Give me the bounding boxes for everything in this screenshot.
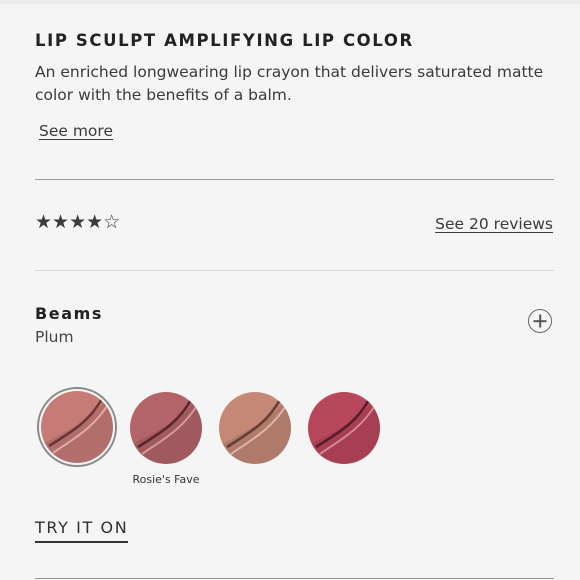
star-rating: ★★★★☆ [35, 211, 121, 233]
expand-plus-icon[interactable] [528, 309, 552, 333]
product-description: An enriched longwearing lip crayon that … [35, 63, 544, 104]
see-reviews-link[interactable]: See 20 reviews [435, 215, 553, 233]
shade-swatch-1[interactable] [41, 391, 113, 463]
top-border [0, 0, 580, 4]
swatch-texture-icon [308, 392, 380, 464]
divider [35, 179, 554, 180]
swatch-texture-icon [41, 391, 113, 463]
try-it-on-button[interactable]: TRY IT ON [35, 518, 129, 543]
shade-name: Beams [35, 304, 104, 323]
shade-swatch-3[interactable] [219, 392, 291, 464]
divider [35, 270, 554, 271]
swatch-texture-icon [130, 392, 202, 464]
swatch-label-rosies-fave: Rosie's Fave [132, 473, 200, 486]
shade-swatch-4[interactable] [308, 392, 380, 464]
product-title: LIP SCULPT AMPLIFYING LIP COLOR [35, 31, 414, 50]
see-more-link[interactable]: See more [39, 122, 113, 140]
divider [35, 578, 554, 579]
shade-family: Plum [35, 328, 74, 346]
shade-swatch-2[interactable] [130, 392, 202, 464]
swatch-texture-icon [219, 392, 291, 464]
